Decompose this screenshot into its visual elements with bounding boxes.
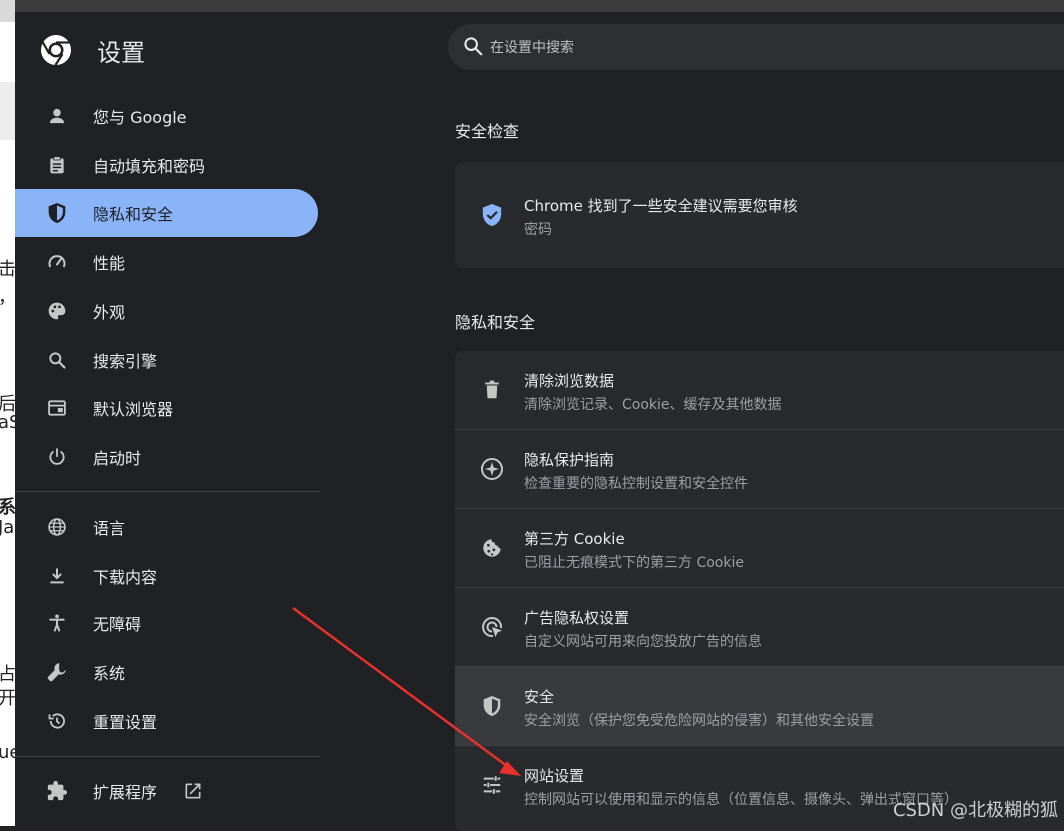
- globe-icon: [45, 515, 69, 539]
- puzzle-icon: [45, 779, 69, 803]
- row-subtitle: 已阻止无痕模式下的第三方 Cookie: [524, 555, 744, 571]
- brand: 设置: [39, 30, 145, 70]
- row-title: 网站设置: [524, 767, 585, 785]
- sidebar-item-reset-settings[interactable]: 重置设置: [15, 697, 318, 745]
- sidebar-item-performance[interactable]: 性能: [15, 238, 318, 286]
- privacy-security-card: 清除浏览数据 清除浏览记录、Cookie、缓存及其他数据 隐私保护指南 检查重要…: [455, 351, 1064, 831]
- row-subtitle: 安全浏览（保护您免受危险网站的侵害）和其他安全设置: [524, 713, 874, 729]
- sidebar: 设置 您与 Google 自动填充和密码 隐私和安全 性能 外观 搜索引擎 默认…: [15, 12, 320, 826]
- sidebar-divider: [15, 756, 320, 757]
- page-title: 设置: [97, 38, 145, 67]
- sidebar-item-label: 自动填充和密码: [93, 157, 206, 176]
- history-icon: [45, 709, 69, 733]
- sidebar-item-languages[interactable]: 语言: [15, 503, 318, 551]
- watermark: CSDN @北极糊的狐: [892, 800, 1058, 821]
- sidebar-divider: [15, 491, 320, 492]
- shield-icon: [480, 694, 504, 718]
- sidebar-item-system[interactable]: 系统: [15, 648, 318, 696]
- background-text: 系: [0, 497, 15, 518]
- sidebar-item-appearance[interactable]: 外观: [15, 287, 318, 335]
- trash-icon: [480, 378, 504, 402]
- browser-window-icon: [45, 396, 69, 420]
- search-icon: [464, 37, 483, 56]
- sidebar-item-accessibility[interactable]: 无障碍: [15, 599, 318, 647]
- sidebar-item-label: 系统: [93, 664, 126, 683]
- sidebar-item-label: 无障碍: [93, 615, 142, 634]
- safety-check-row[interactable]: Chrome 找到了一些安全建议需要您审核 密码: [455, 176, 1064, 255]
- search-bar[interactable]: [448, 24, 1064, 70]
- row-title: 安全: [524, 688, 555, 706]
- privacy-row-privacy-guide[interactable]: 隐私保护指南 检查重要的隐私控制设置和安全控件: [455, 430, 1064, 509]
- privacy-row-clear-browsing-data[interactable]: 清除浏览数据 清除浏览记录、Cookie、缓存及其他数据: [455, 351, 1064, 430]
- palette-icon: [45, 299, 69, 323]
- sidebar-item-label: 您与 Google: [93, 108, 187, 127]
- download-icon: [45, 564, 69, 588]
- sidebar-item-privacy-security[interactable]: 隐私和安全: [15, 189, 318, 237]
- clipboard-icon: [45, 153, 69, 177]
- accessibility-icon: [45, 611, 69, 635]
- person-icon: [45, 104, 69, 128]
- row-subtitle: 自定义网站可用来向您投放广告的信息: [524, 634, 762, 650]
- background-text: ，: [0, 283, 15, 309]
- sliders-icon: [480, 773, 504, 797]
- sidebar-item-label: 搜索引擎: [93, 352, 158, 371]
- search-input[interactable]: [488, 34, 1052, 62]
- sidebar-item-label: 默认浏览器: [93, 400, 174, 419]
- sidebar-item-label: 下载内容: [93, 568, 158, 587]
- background-text: Ja: [0, 517, 15, 538]
- sidebar-item-downloads[interactable]: 下载内容: [15, 552, 318, 600]
- background-text: 击: [0, 259, 15, 280]
- section-heading-privacy-security: 隐私和安全: [455, 313, 536, 332]
- shield-check-icon: [480, 203, 504, 227]
- safety-check-subtitle: 密码: [524, 222, 552, 238]
- speedometer-icon: [45, 250, 69, 274]
- power-icon: [45, 445, 69, 469]
- sidebar-item-label: 启动时: [93, 449, 142, 468]
- background-window-band: [0, 82, 15, 140]
- row-title: 第三方 Cookie: [524, 530, 625, 548]
- cookie-icon: [480, 536, 504, 560]
- row-title: 隐私保护指南: [524, 451, 615, 469]
- window-title-bar: [15, 0, 1064, 12]
- chrome-logo-icon: [41, 35, 71, 66]
- section-heading-safety-check: 安全检查: [455, 122, 520, 141]
- wrench-icon: [45, 660, 69, 684]
- sidebar-item-extensions[interactable]: 扩展程序: [15, 767, 318, 815]
- row-subtitle: 清除浏览记录、Cookie、缓存及其他数据: [524, 397, 782, 413]
- sidebar-item-label: 扩展程序: [93, 783, 158, 802]
- ads-privacy-icon: [480, 615, 504, 639]
- sidebar-item-label: 隐私和安全: [93, 205, 174, 224]
- sidebar-item-label: 重置设置: [93, 713, 158, 732]
- privacy-row-ad-privacy[interactable]: 广告隐私权设置 自定义网站可用来向您投放广告的信息: [455, 588, 1064, 667]
- privacy-row-third-party-cookies[interactable]: 第三方 Cookie 已阻止无痕模式下的第三方 Cookie: [455, 509, 1064, 588]
- background-text: 占: [0, 664, 15, 685]
- background-text: ue: [0, 742, 15, 763]
- sidebar-item-default-browser[interactable]: 默认浏览器: [15, 384, 318, 432]
- compass-icon: [480, 457, 504, 481]
- sidebar-item-search-engine[interactable]: 搜索引擎: [15, 336, 318, 384]
- sidebar-item-you-and-google[interactable]: 您与 Google: [15, 92, 318, 140]
- sidebar-item-autofill[interactable]: 自动填充和密码: [15, 141, 318, 189]
- sidebar-item-label: 性能: [93, 254, 126, 273]
- sidebar-item-on-startup[interactable]: 启动时: [15, 433, 318, 481]
- row-subtitle: 检查重要的隐私控制设置和安全控件: [524, 476, 748, 492]
- sidebar-item-label: 外观: [93, 303, 126, 322]
- shield-icon: [45, 201, 69, 225]
- background-text: aS: [0, 412, 15, 433]
- background-window: 击 ， 后 aS 系 Ja 占 开 ue: [0, 0, 15, 826]
- safety-check-title: Chrome 找到了一些安全建议需要您审核: [524, 197, 798, 215]
- sidebar-item-label: 语言: [93, 519, 126, 538]
- row-title: 清除浏览数据: [524, 372, 615, 390]
- open-in-new-icon[interactable]: [183, 781, 203, 801]
- background-text: 开: [0, 688, 15, 709]
- search-icon: [45, 348, 69, 372]
- background-window-toolbar: [0, 0, 15, 22]
- privacy-row-security[interactable]: 安全 安全浏览（保护您免受危险网站的侵害）和其他安全设置: [455, 667, 1064, 746]
- safety-check-card[interactable]: Chrome 找到了一些安全建议需要您审核 密码: [455, 162, 1064, 268]
- row-title: 广告隐私权设置: [524, 609, 630, 627]
